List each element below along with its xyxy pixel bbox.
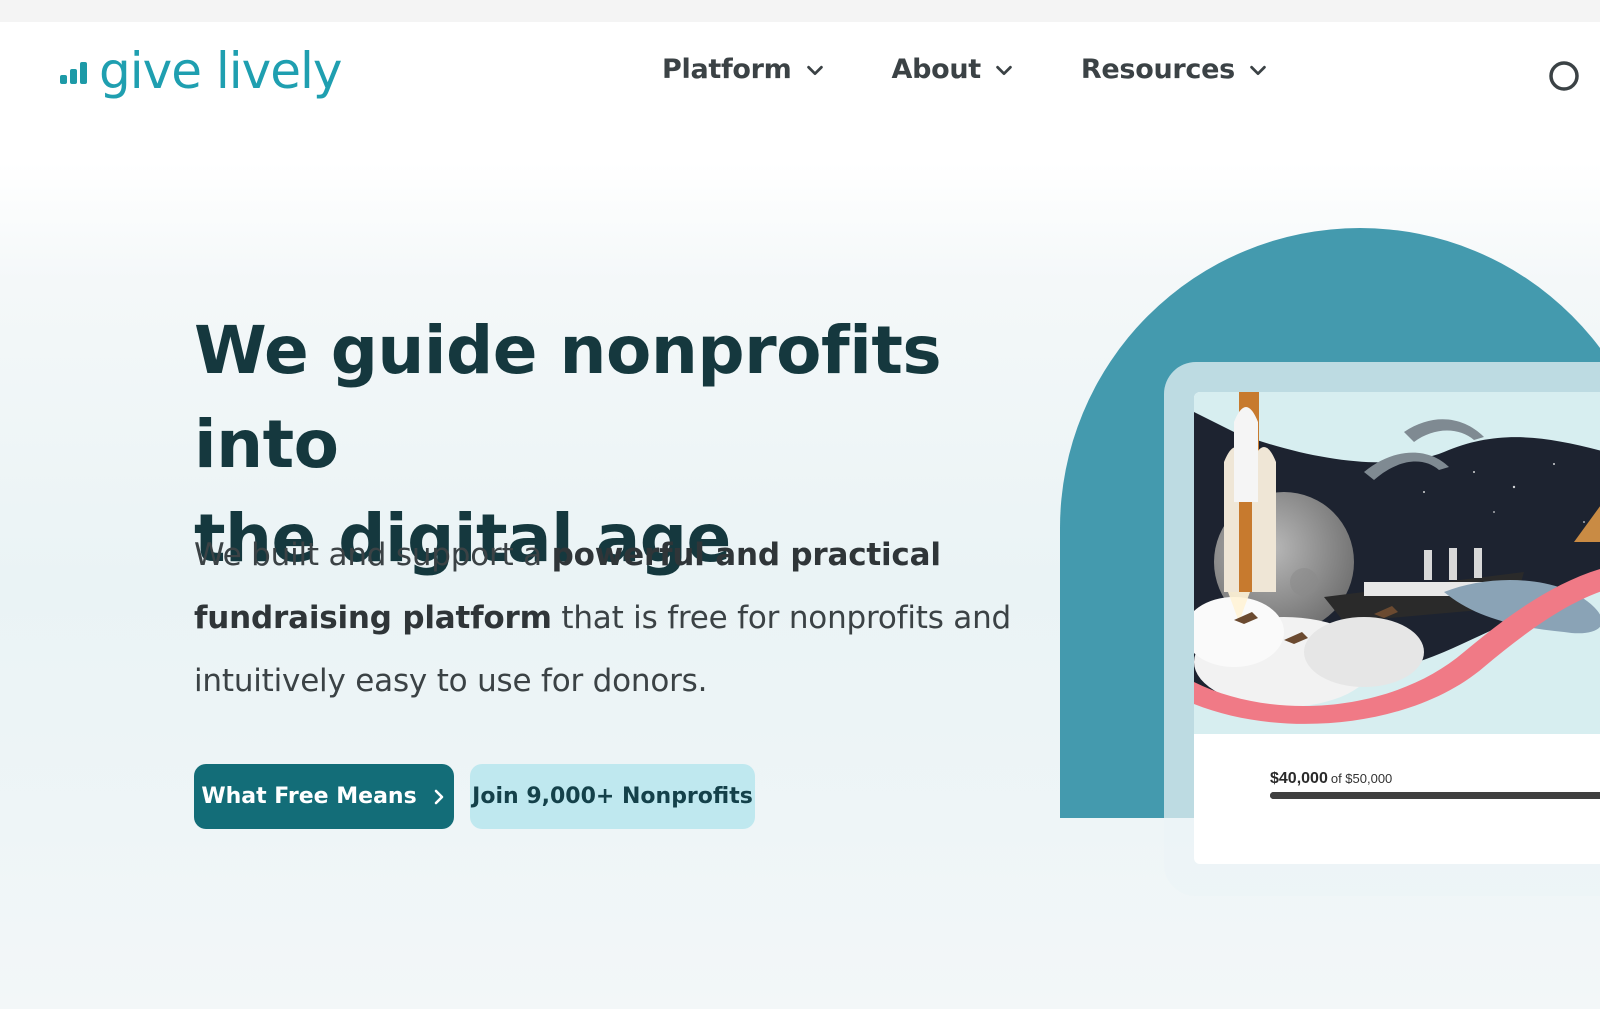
chevron-right-icon xyxy=(434,789,443,804)
progress-fill xyxy=(1270,792,1600,799)
join-nonprofits-button[interactable]: Join 9,000+ Nonprofits xyxy=(470,764,755,829)
chevron-down-icon xyxy=(996,65,1012,75)
button-label: Join 9,000+ Nonprofits xyxy=(472,784,753,809)
main-nav: Platform About Resources xyxy=(662,54,1335,85)
raised-value: $40,000 xyxy=(1270,770,1328,787)
button-label: What Free Means xyxy=(201,784,417,809)
nav-item-label: Platform xyxy=(662,54,792,85)
campaign-raised-amount: $40,000 of $50,000 xyxy=(1270,770,1392,788)
page: give lively Platform About Resources We … xyxy=(0,22,1600,1009)
nav-item-about[interactable]: About xyxy=(892,54,1015,85)
search-icon[interactable] xyxy=(1544,58,1584,98)
what-free-means-button[interactable]: What Free Means xyxy=(194,764,454,829)
give-lively-logo[interactable]: give lively xyxy=(60,46,342,96)
subtext-prefix: We built and support a xyxy=(194,537,552,573)
nav-item-label: Resources xyxy=(1080,54,1235,85)
nav-item-platform[interactable]: Platform xyxy=(662,54,826,85)
logo-wordmark: give lively xyxy=(99,42,342,100)
headline-line-1: We guide nonprofits into xyxy=(194,312,942,483)
chevron-down-icon xyxy=(1250,65,1266,75)
nav-item-label: About xyxy=(891,54,982,85)
nav-item-resources[interactable]: Resources xyxy=(1081,54,1269,85)
campaign-card: $40,000 of $50,000 xyxy=(1194,392,1600,864)
hero-subtext: We built and support a powerful and prac… xyxy=(194,524,1014,713)
logo-bars-icon xyxy=(60,62,87,84)
chevron-down-icon xyxy=(806,65,823,75)
browser-top-strip xyxy=(0,0,1600,22)
hero-illustration: $40,000 of $50,000 xyxy=(1060,228,1600,908)
campaign-collage-image xyxy=(1194,392,1600,734)
goal-text: of $50,000 xyxy=(1330,771,1393,786)
campaign-progress-bar xyxy=(1270,792,1600,799)
